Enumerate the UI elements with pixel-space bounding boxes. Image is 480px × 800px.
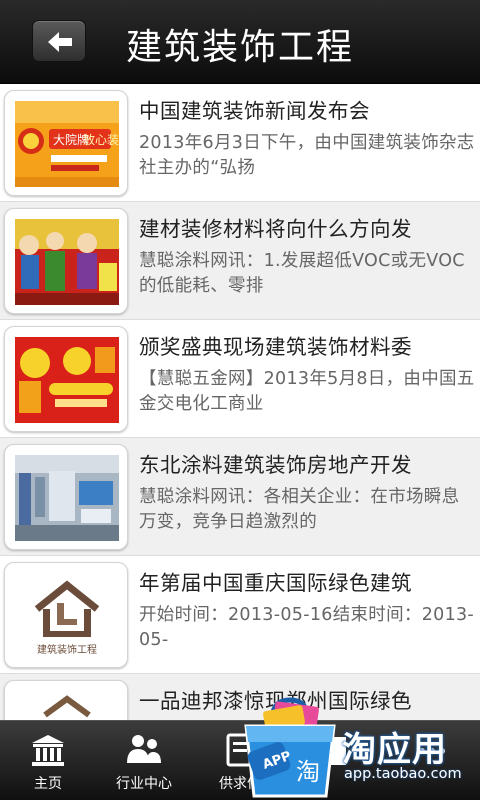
thumbnail-frame — [4, 444, 128, 550]
taobao-app-badge[interactable]: APP 淘 淘应用 app.taobao.com — [240, 690, 480, 800]
thumbnail-text: 建筑装饰工程 — [37, 643, 97, 656]
thumbnail-image — [15, 337, 119, 423]
nav-label: 主页 — [34, 776, 62, 792]
list-item[interactable]: 东北涂料建筑装饰房地产开发 慧聪涂料网讯：各相关企业：在市场瞬息万变，竞争日趋激… — [0, 438, 480, 556]
list-item[interactable]: 建材装修材料将向什么方向发 慧聪涂料网讯：1.发展超低VOC或无VOC的低能耗、… — [0, 202, 480, 320]
back-button[interactable] — [32, 20, 86, 62]
ad-brand-text: 淘应用 — [342, 730, 447, 770]
article-title: 东北涂料建筑装饰房地产开发 — [139, 453, 412, 477]
nav-label: 行业中心 — [116, 776, 172, 792]
news-list: 大院牌 放心装 中国建筑装饰新闻发布会 2013年6月3日下午，由中国建筑装饰杂… — [0, 84, 480, 720]
article-summary: 开始时间：2013-05-16结束时间：2013-05- — [139, 605, 475, 650]
app-header: 建筑装饰工程 — [0, 0, 480, 84]
thumbnail-image — [15, 219, 119, 305]
article-title: 年第届中国重庆国际绿色建筑 — [139, 571, 412, 595]
thumbnail-frame: 大院牌 放心装 — [4, 90, 128, 196]
article-summary: 慧聪涂料网讯：1.发展超低VOC或无VOC的低能耗、零排 — [139, 251, 465, 296]
thumbnail-frame — [4, 208, 128, 314]
bag-character: 淘 — [296, 758, 320, 786]
thumbnail-image — [15, 691, 119, 720]
article-summary: 2013年6月3日下午，由中国建筑装饰杂志社主办的“弘扬 — [139, 133, 475, 178]
article-summary: 【慧聪五金网】2013年5月8日，由中国五金交电化工商业 — [139, 369, 475, 414]
thumbnail-image: 大院牌 放心装 — [15, 101, 119, 187]
shopping-bag-icon: APP 淘 — [244, 697, 336, 798]
article-title: 建材装修材料将向什么方向发 — [139, 217, 412, 241]
list-item[interactable]: 建筑装饰工程 年第届中国重庆国际绿色建筑 开始时间：2013-05-16结束时间… — [0, 556, 480, 674]
thumbnail-frame — [4, 326, 128, 432]
thumbnail-image: 建筑装饰工程 — [15, 573, 119, 659]
nav-item-industry[interactable]: 行业中心 — [96, 721, 192, 800]
article-summary: 慧聪涂料网讯：各相关企业：在市场瞬息万变，竞争日趋激烈的 — [139, 487, 460, 532]
bank-icon — [32, 735, 64, 766]
article-title: 中国建筑装饰新闻发布会 — [139, 99, 370, 123]
page-title: 建筑装饰工程 — [126, 27, 355, 68]
thumbnail-text: 放心装 — [83, 132, 119, 147]
thumbnail-frame — [4, 680, 128, 720]
article-title: 颁奖盛典现场建筑装饰材料委 — [139, 335, 412, 359]
thumbnail-image — [15, 455, 119, 541]
list-item[interactable]: 颁奖盛典现场建筑装饰材料委 【慧聪五金网】2013年5月8日，由中国五金交电化工… — [0, 320, 480, 438]
ad-url-text: app.taobao.com — [344, 766, 462, 782]
people-icon — [127, 735, 161, 763]
thumbnail-frame: 建筑装饰工程 — [4, 562, 128, 668]
list-item[interactable]: 大院牌 放心装 中国建筑装饰新闻发布会 2013年6月3日下午，由中国建筑装饰杂… — [0, 84, 480, 202]
nav-item-home[interactable]: 主页 — [0, 721, 96, 800]
back-arrow-icon — [48, 32, 72, 52]
